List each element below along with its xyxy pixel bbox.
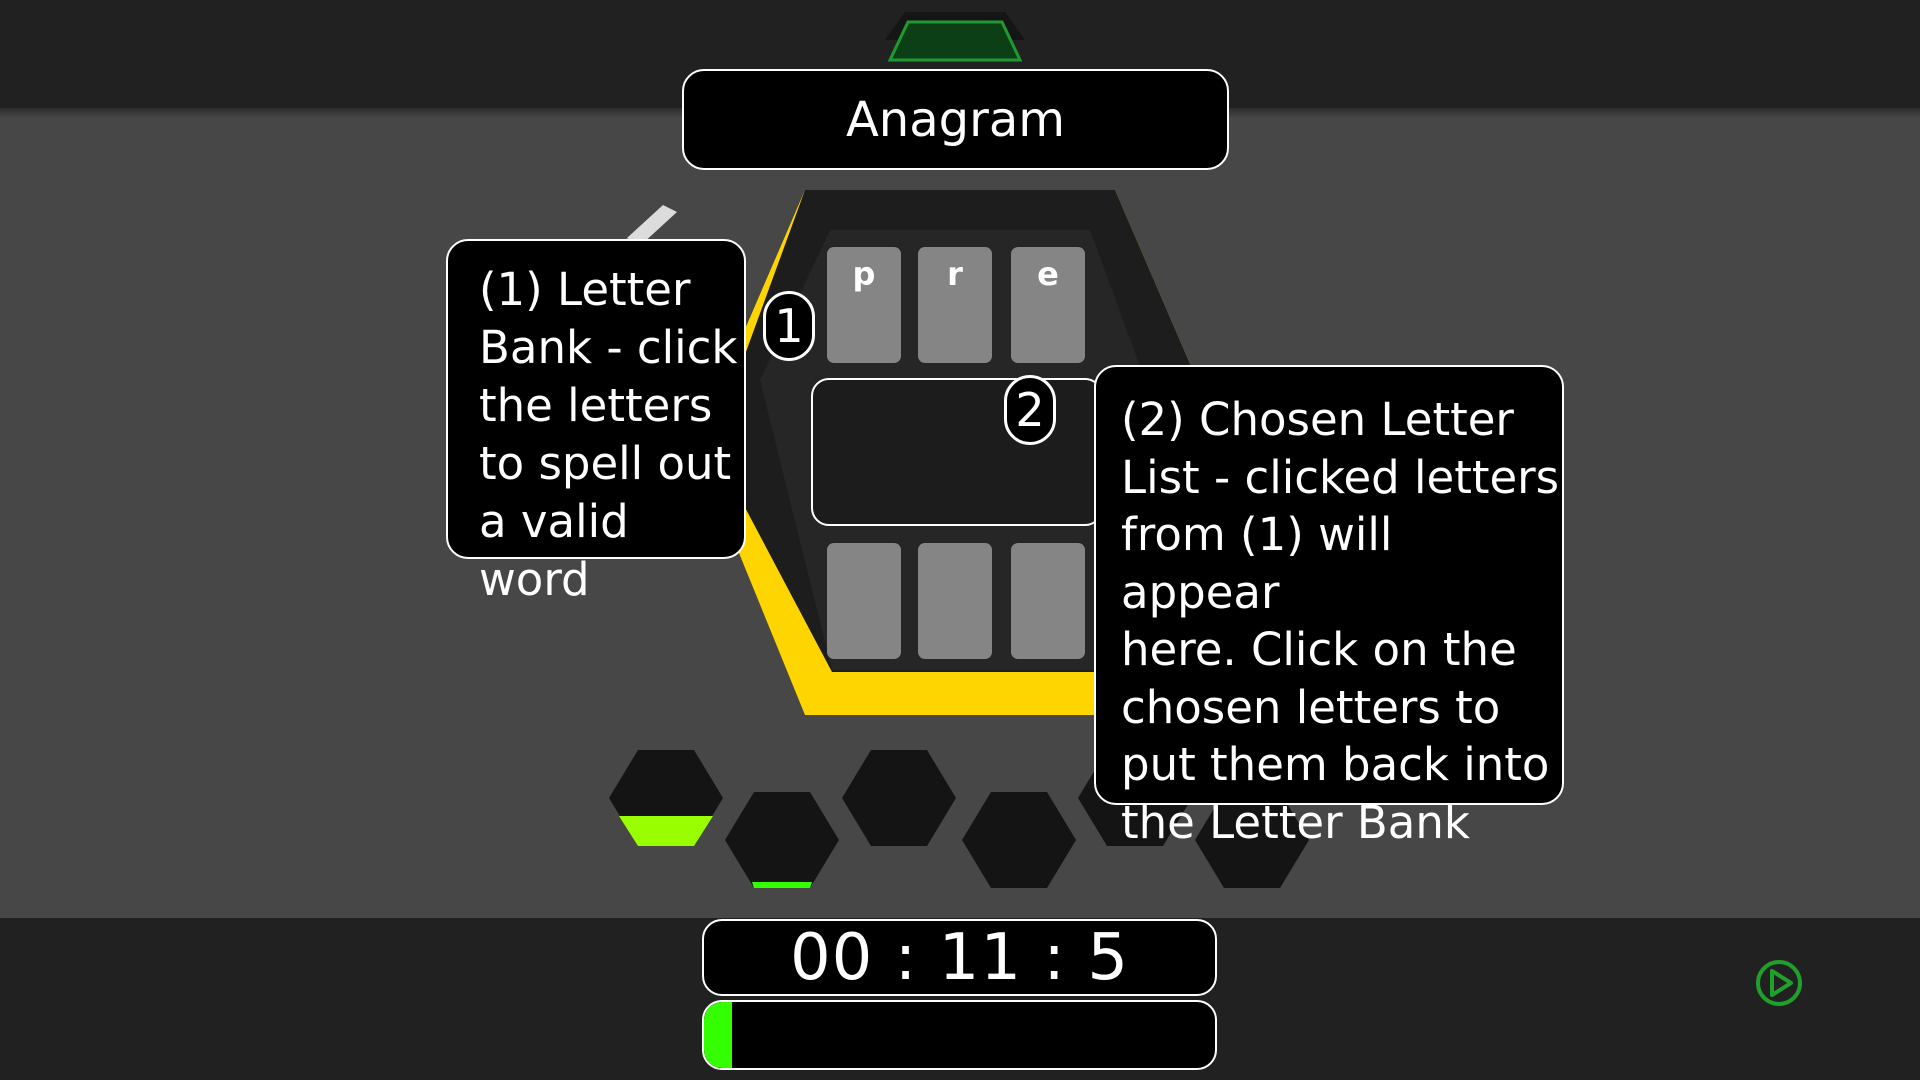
level-hex-2[interactable] xyxy=(725,792,839,888)
tooltip-line: to spell out xyxy=(479,437,732,490)
chosen-letter-list[interactable] xyxy=(811,378,1103,526)
tooltip-line: Bank - click xyxy=(479,321,738,374)
letter-bank-tile[interactable]: r xyxy=(918,247,992,363)
level-progress xyxy=(752,882,812,888)
tooltip-chosen-list[interactable]: (2) Chosen Letter List - clicked letters… xyxy=(1094,365,1564,849)
tooltip-line: a valid word xyxy=(479,495,629,606)
tooltip-line: from (1) will appear xyxy=(1121,508,1393,619)
tooltip-line: put them back into xyxy=(1121,738,1550,791)
timer-display: 00 : 11 : 5 xyxy=(702,919,1217,996)
tooltip-line: chosen letters to xyxy=(1121,680,1501,734)
answer-tile[interactable] xyxy=(827,543,901,659)
tooltip-letter-bank[interactable]: (1) Letter Bank - click the letters to s… xyxy=(446,239,746,606)
game-title: Anagram xyxy=(682,69,1229,170)
marker-1: 1 xyxy=(763,291,815,361)
tooltip-line: the letters xyxy=(479,379,713,432)
tooltip-line: here. Click on the xyxy=(1121,623,1517,676)
marker-2: 2 xyxy=(1004,375,1056,445)
letter-bank-tile-letter: r xyxy=(947,255,963,293)
letter-bank-tile[interactable]: p xyxy=(827,247,901,363)
level-hex-4[interactable] xyxy=(962,792,1076,888)
level-progress xyxy=(619,816,713,846)
timer-progress-fill xyxy=(704,1002,733,1068)
tooltip-line: (1) Letter xyxy=(479,263,691,316)
timer-progress-bar xyxy=(702,1000,1217,1070)
level-hex-3[interactable] xyxy=(842,750,956,846)
level-hex-1[interactable] xyxy=(609,750,723,846)
tooltip-line: List - clicked letters xyxy=(1121,450,1560,504)
play-icon[interactable] xyxy=(1754,958,1804,1008)
letter-bank-tile[interactable]: e xyxy=(1011,247,1085,363)
letter-bank-tile-letter: p xyxy=(852,255,876,293)
tooltip-line: the Letter Bank xyxy=(1121,795,1470,849)
top-badge-glow xyxy=(887,20,1023,62)
letter-bank-tile-letter: e xyxy=(1037,255,1059,293)
tooltip-line: (2) Chosen Letter xyxy=(1121,393,1514,446)
answer-tile[interactable] xyxy=(918,543,992,659)
answer-tile[interactable] xyxy=(1011,543,1085,659)
